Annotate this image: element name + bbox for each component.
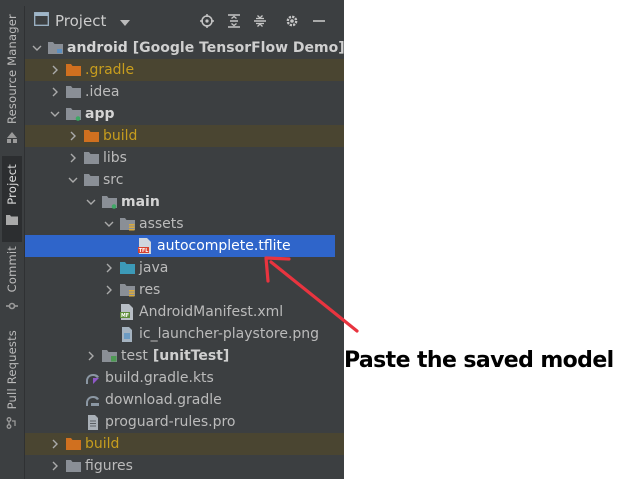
annotation-arrow xyxy=(264,256,359,333)
annotation-text: Paste the saved model xyxy=(344,348,614,373)
